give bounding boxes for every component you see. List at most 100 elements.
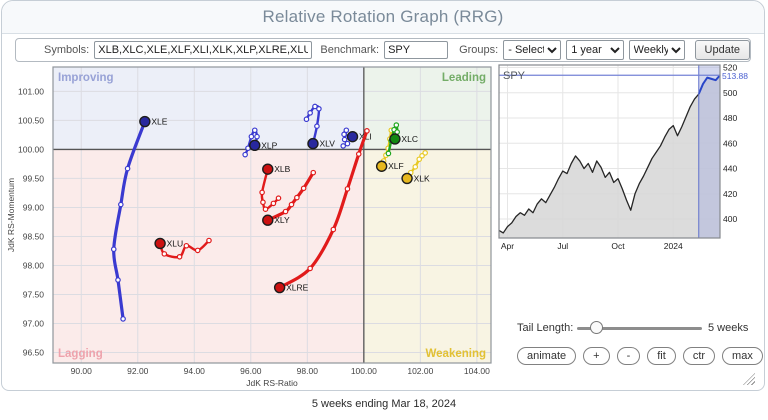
tail-point-XLI (341, 144, 345, 148)
tail-point-XLRE (357, 152, 361, 156)
tail-point-XLC (386, 151, 390, 155)
tail-point-XLK (417, 157, 421, 161)
ticker-head-XLRE[interactable] (275, 283, 285, 293)
spy-last-value-label: 513.88 (722, 71, 748, 81)
x-tick-label: 98.00 (297, 366, 319, 376)
period-caption: 5 weeks ending Mar 18, 2024 (0, 398, 768, 410)
tail-point-XLRE (365, 129, 369, 133)
tail-point-XLE (119, 202, 123, 206)
spy-y-tick-label: 460 (723, 138, 737, 148)
rrg-chart: ImprovingLeadingLaggingWeakening90.0092.… (0, 55, 500, 395)
tail-point-XLP (255, 134, 259, 138)
ticker-label-XLV: XLV (319, 139, 335, 149)
tail-point-XLK (413, 165, 417, 169)
spy-x-tick-label: Apr (501, 241, 514, 251)
tail-length-slider-thumb[interactable] (590, 321, 603, 334)
y-tick-label: 97.00 (23, 319, 45, 329)
tail-point-XLRE (331, 227, 335, 231)
x-tick-label: 104.00 (464, 366, 490, 376)
ticker-head-XLI[interactable] (348, 132, 358, 142)
y-tick-label: 97.50 (23, 290, 45, 300)
ticker-label-XLK: XLK (414, 173, 430, 183)
ticker-head-XLF[interactable] (377, 161, 387, 171)
tail-point-XLP (249, 134, 253, 138)
fit-button[interactable]: fit (647, 347, 676, 365)
tail-point-XLE (116, 278, 120, 282)
ticker-head-XLK[interactable] (402, 173, 412, 183)
zoom-out-button[interactable]: - (617, 347, 641, 365)
maximize-button[interactable]: max (722, 347, 763, 365)
ticker-head-XLE[interactable] (140, 117, 150, 127)
page-title: Relative Rotation Graph (RRG) (2, 1, 764, 33)
x-tick-label: 94.00 (184, 366, 206, 376)
tail-length-value: 5 weeks (708, 322, 748, 334)
tail-point-XLE (125, 166, 129, 170)
x-tick-label: 100.00 (351, 366, 377, 376)
tail-point-XLU (195, 248, 199, 252)
x-tick-label: 92.00 (127, 366, 149, 376)
quadrant-label-lagging: Lagging (58, 348, 103, 360)
y-tick-label: 96.50 (23, 348, 45, 358)
chart-buttons-row: animate + - fit ctr max (517, 347, 763, 365)
center-button[interactable]: ctr (683, 347, 715, 365)
x-tick-label: 96.00 (240, 366, 262, 376)
x-tick-label: 90.00 (71, 366, 93, 376)
x-axis-title: JdK RS-Ratio (246, 378, 298, 388)
ticker-label-XLU: XLU (167, 238, 184, 248)
tail-point-XLI (342, 132, 346, 136)
spy-y-tick-label: 440 (723, 164, 737, 174)
tail-point-XLB (271, 201, 275, 205)
tail-point-XLY (295, 195, 299, 199)
tail-point-XLI (342, 137, 346, 141)
spy-y-tick-label: 500 (723, 88, 737, 98)
spy-y-tick-label: 420 (723, 189, 737, 199)
ticker-head-XLY[interactable] (263, 215, 273, 225)
tail-point-XLV (304, 117, 308, 121)
spy-area-fill (499, 75, 720, 238)
ticker-label-XLB: XLB (274, 164, 290, 174)
title-bar: Relative Rotation Graph (RRG) (2, 1, 764, 34)
y-axis-title: JdK RS-Momentum (6, 178, 16, 252)
tail-point-XLY (311, 170, 315, 174)
spy-x-tick-label: Jul (557, 241, 568, 251)
spy-y-tick-label: 400 (723, 214, 737, 224)
spy-x-tick-label: 2024 (664, 241, 683, 251)
tail-point-XLB (263, 207, 267, 211)
zoom-in-button[interactable]: + (583, 347, 609, 365)
ticker-label-XLC: XLC (401, 134, 418, 144)
ticker-label-XLRE: XLRE (286, 283, 309, 293)
spy-x-tick-label: Oct (611, 241, 625, 251)
tail-point-XLB (260, 190, 264, 194)
spy-y-tick-label: 480 (723, 113, 737, 123)
tail-length-label: Tail Length: (517, 322, 573, 334)
tail-period-band (699, 65, 720, 238)
ticker-head-XLP[interactable] (250, 140, 260, 150)
tail-point-XLY (289, 202, 293, 206)
ticker-head-XLV[interactable] (308, 139, 318, 149)
ticker-head-XLC[interactable] (390, 134, 400, 144)
tail-point-XLV (308, 111, 312, 115)
ticker-head-XLU[interactable] (155, 238, 165, 248)
y-tick-label: 98.00 (23, 260, 45, 270)
tail-point-XLU (162, 252, 166, 256)
y-tick-label: 100.00 (18, 144, 44, 154)
tail-point-XLRE (345, 187, 349, 191)
tail-point-XLU (184, 244, 188, 248)
spy-price-chart: 400420440460480500520AprJulOct2024513.88… (495, 55, 768, 260)
y-tick-label: 99.50 (23, 173, 45, 183)
tail-point-XLY (301, 186, 305, 190)
y-tick-label: 99.00 (23, 202, 45, 212)
tail-point-XLE (112, 247, 116, 251)
spy-title: SPY (503, 70, 526, 82)
tail-point-XLV (317, 107, 321, 111)
animate-button[interactable]: animate (517, 347, 576, 365)
y-tick-label: 101.00 (18, 86, 44, 96)
tail-point-XLU (177, 255, 181, 259)
quadrant-label-leading: Leading (442, 72, 486, 84)
tail-point-XLY (283, 209, 287, 213)
ticker-head-XLB[interactable] (263, 164, 273, 174)
resize-handle-icon[interactable] (743, 373, 755, 385)
quadrant-label-improving: Improving (58, 72, 114, 84)
tail-point-XLI (345, 141, 349, 145)
ticker-label-XLY: XLY (274, 215, 290, 225)
